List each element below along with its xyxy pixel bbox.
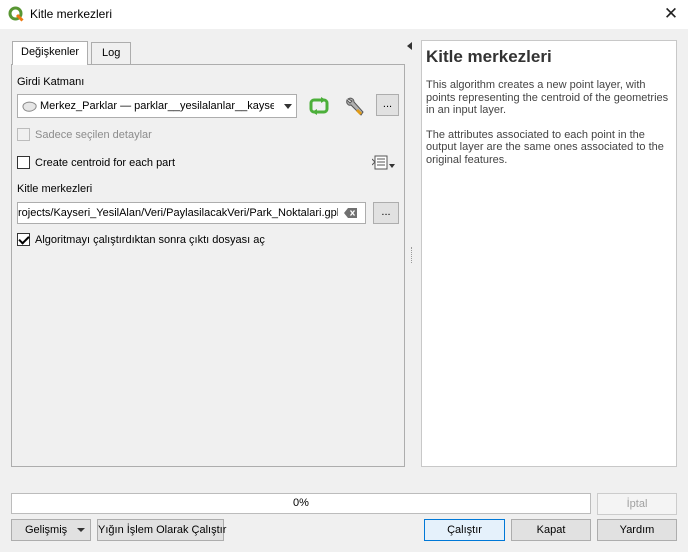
qgis-logo-icon: [8, 6, 24, 22]
help-paragraph: This algorithm creates a new point layer…: [426, 79, 669, 116]
input-layer-label: Girdi Katmanı: [17, 76, 85, 88]
open-output-label: Algoritmayı çalıştırdıktan sonra çıktı d…: [35, 234, 265, 246]
run-button[interactable]: Çalıştır: [424, 519, 505, 541]
output-label: Kitle merkezleri: [17, 183, 93, 195]
centroid-each-part-checkbox[interactable]: [17, 156, 30, 169]
selected-only-checkbox[interactable]: [17, 128, 30, 141]
progress-bar: 0%: [11, 493, 591, 514]
help-title: Kitle merkezleri: [426, 47, 552, 66]
help-button[interactable]: Yardım: [597, 519, 677, 541]
clear-field-icon[interactable]: [344, 208, 358, 218]
run-as-batch-button[interactable]: Yığın İşlem Olarak Çalıştır: [97, 519, 226, 541]
tab-parameters[interactable]: Değişkenler: [12, 41, 89, 65]
collapse-help-arrow-icon[interactable]: [407, 42, 412, 50]
chevron-down-icon: [284, 104, 292, 109]
help-paragraph: The attributes associated to each point …: [426, 128, 664, 166]
parameters-panel: [11, 64, 405, 467]
chevron-down-icon: [77, 528, 85, 532]
tab-log[interactable]: Log: [91, 42, 132, 64]
cancel-button[interactable]: İptal: [597, 493, 677, 515]
selected-only-label: Sadece seçilen detaylar: [35, 129, 152, 141]
advanced-label: Gelişmiş: [25, 524, 68, 536]
close-button[interactable]: Kapat: [511, 519, 591, 541]
output-browse-button[interactable]: ...: [373, 202, 399, 224]
progress-text: 0%: [293, 497, 309, 509]
close-window-button[interactable]: ✕: [660, 3, 682, 25]
input-layer-browse-button[interactable]: ...: [376, 94, 399, 116]
output-path-value: rojects/Kayseri_YesilAlan/Veri/Paylasila…: [18, 207, 338, 219]
data-defined-override-icon[interactable]: [372, 154, 396, 172]
polygon-layer-icon: [22, 101, 37, 112]
window-title: Kitle merkezleri: [30, 7, 113, 21]
advanced-dropdown-button[interactable]: Gelişmiş: [11, 519, 91, 541]
wrench-icon[interactable]: [343, 95, 367, 119]
help-panel: Kitle merkezleri This algorithm creates …: [421, 40, 677, 467]
title-bar: Kitle merkezleri ✕: [0, 0, 688, 29]
open-output-checkbox[interactable]: [17, 233, 30, 246]
iterate-icon[interactable]: [308, 95, 330, 117]
input-layer-value: Merkez_Parklar — parklar__yesilalanlar__…: [40, 100, 274, 112]
input-layer-combo[interactable]: Merkez_Parklar — parklar__yesilalanlar__…: [17, 94, 297, 118]
splitter-handle[interactable]: [411, 247, 413, 263]
centroid-each-part-label: Create centroid for each part: [35, 157, 176, 169]
output-path-field[interactable]: rojects/Kayseri_YesilAlan/Veri/Paylasila…: [17, 202, 366, 224]
